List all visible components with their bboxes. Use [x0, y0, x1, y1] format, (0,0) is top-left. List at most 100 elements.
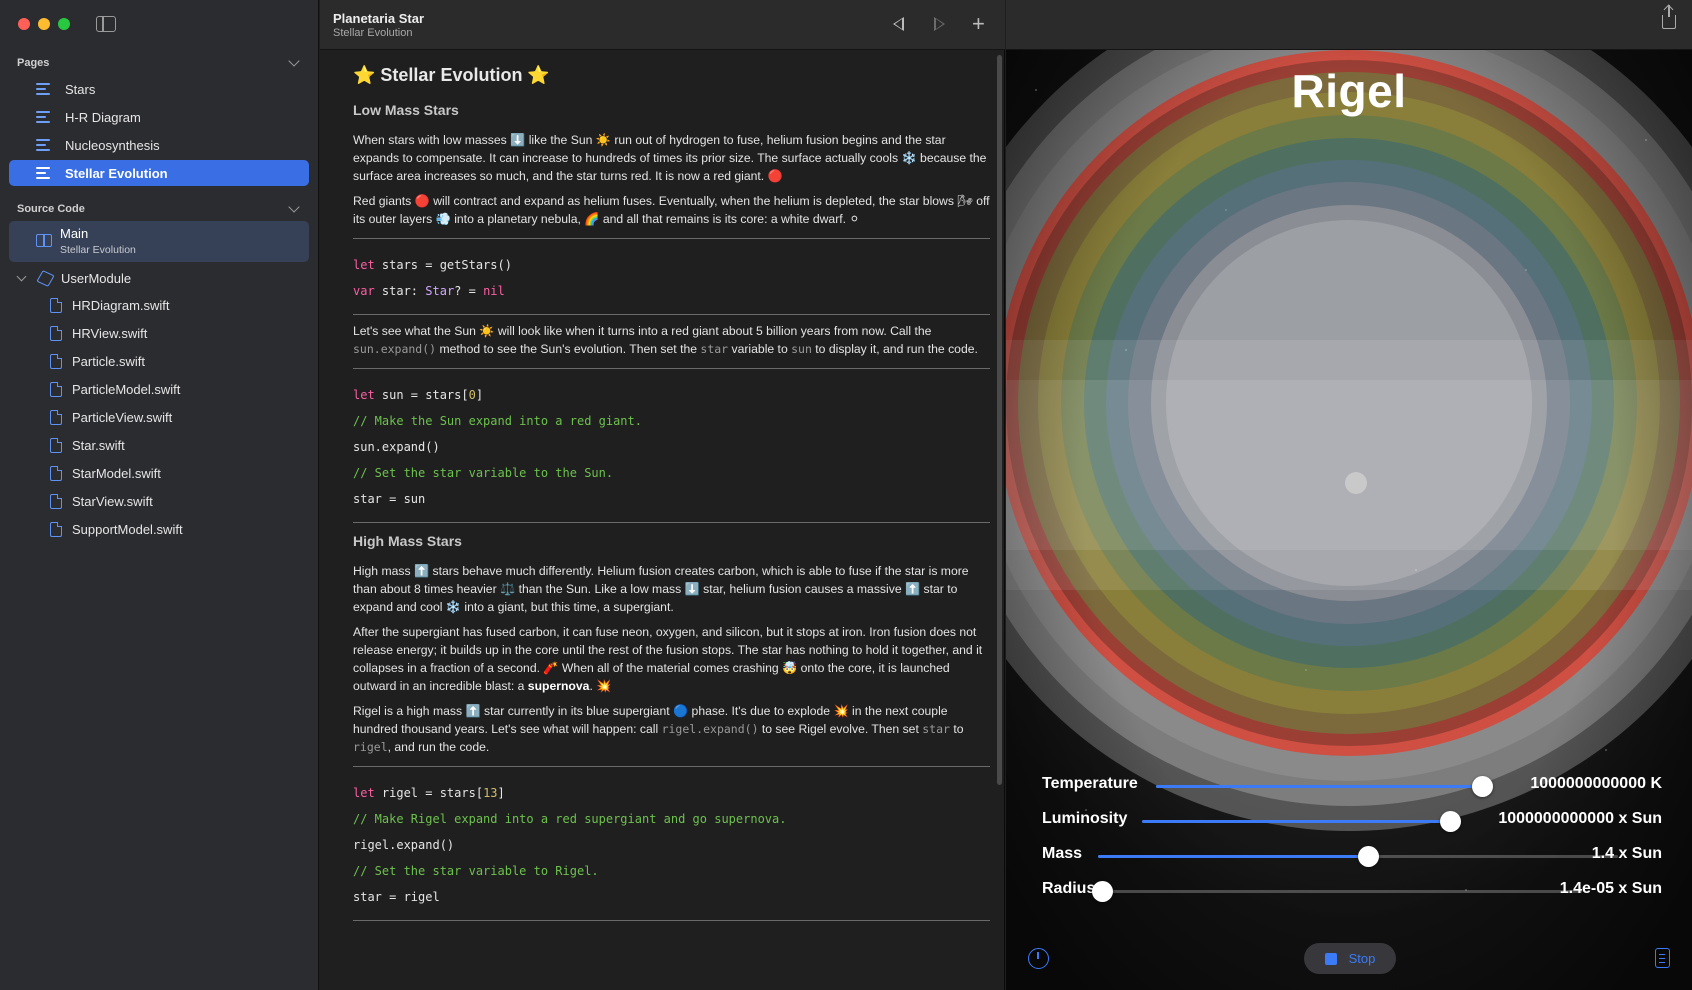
- chevron-down-icon[interactable]: [288, 201, 300, 213]
- slider-knob[interactable]: [1092, 881, 1113, 902]
- slider-knob[interactable]: [1471, 776, 1493, 797]
- code-line[interactable]: sun.expand(): [353, 436, 990, 462]
- page-list-icon: [36, 167, 50, 179]
- editor-toolbar: Planetaria Star Stellar Evolution +: [320, 0, 1005, 50]
- file-name: Particle.swift: [72, 353, 145, 369]
- minimize-window-button[interactable]: [38, 18, 50, 30]
- code-line[interactable]: let sun = stars[0]: [353, 384, 990, 410]
- code-comment[interactable]: // Set the star variable to the Sun.: [353, 462, 990, 488]
- app-window: Pages Stars H-R Diagram Nucleosynthesis …: [0, 0, 1692, 990]
- document-icon[interactable]: [1655, 948, 1670, 968]
- sidebar-toggle-icon[interactable]: [96, 16, 116, 32]
- file-name: ParticleModel.swift: [72, 381, 181, 397]
- star-name-title: Rigel: [1291, 65, 1407, 117]
- sidebar-item-stellar-evolution[interactable]: Stellar Evolution: [9, 160, 309, 186]
- file-name: StarModel.swift: [72, 465, 161, 481]
- slider-fill: [1156, 785, 1482, 788]
- file-icon: [50, 521, 62, 537]
- file-name: ParticleView.swift: [72, 409, 173, 425]
- gauge-icon[interactable]: [1028, 948, 1049, 969]
- paragraph: After the supergiant has fused carbon, i…: [353, 625, 983, 693]
- document-content: ⭐ Stellar Evolution ⭐ Low Mass Stars Whe…: [353, 58, 990, 921]
- code-block[interactable]: let stars = getStars() var star: Star? =…: [353, 239, 990, 312]
- code-line[interactable]: let rigel = stars[13]: [353, 782, 990, 808]
- file-item[interactable]: ParticleModel.swift: [0, 378, 319, 400]
- file-name: SupportModel.swift: [72, 521, 183, 537]
- share-icon[interactable]: [1662, 5, 1676, 29]
- file-item[interactable]: ParticleView.swift: [0, 406, 319, 428]
- luminosity-control: Luminosity 1000000000000 x Sun: [1042, 808, 1662, 834]
- sidebar-item-nucleosynthesis[interactable]: Nucleosynthesis: [9, 132, 309, 158]
- slider-knob[interactable]: [1358, 846, 1380, 867]
- file-item[interactable]: HRView.swift: [0, 322, 319, 344]
- code-line[interactable]: var star: Star? = nil: [353, 280, 990, 306]
- radius-slider[interactable]: [1092, 881, 1582, 902]
- paragraph: Rigel is a high mass ⬆️ star currently i…: [353, 704, 964, 754]
- code-line[interactable]: star = sun: [353, 488, 990, 514]
- file-item[interactable]: StarModel.swift: [0, 462, 319, 484]
- editor-pane: Planetaria Star Stellar Evolution + ⭐ St…: [320, 0, 1005, 990]
- forward-arrow-icon[interactable]: [934, 17, 945, 31]
- sidebar-item-stars[interactable]: Stars: [9, 76, 309, 102]
- file-item[interactable]: HRDiagram.swift: [0, 294, 319, 316]
- stop-label: Stop: [1348, 951, 1376, 966]
- code-block[interactable]: let rigel = stars[13] // Make Rigel expa…: [353, 767, 990, 918]
- code-line[interactable]: let stars = getStars(): [353, 254, 990, 280]
- main-item-subtitle: Stellar Evolution: [60, 244, 136, 256]
- file-icon: [50, 297, 62, 313]
- back-arrow-icon[interactable]: [893, 17, 904, 31]
- section-heading: High Mass Stars: [353, 533, 462, 549]
- code-block[interactable]: let sun = stars[0] // Make the Sun expan…: [353, 369, 990, 520]
- sidebar-item-label: H-R Diagram: [65, 109, 141, 125]
- sidebar-item-main[interactable]: Main Stellar Evolution: [9, 221, 309, 262]
- chevron-down-icon[interactable]: [288, 55, 300, 67]
- code-comment[interactable]: // Set the star variable to Rigel.: [353, 860, 990, 886]
- temperature-control: Temperature 1000000000000 K: [1042, 773, 1662, 799]
- file-item[interactable]: Star.swift: [0, 434, 319, 456]
- slider-value: 1000000000000 x Sun: [1498, 810, 1662, 827]
- slider-knob[interactable]: [1440, 811, 1462, 832]
- page-title: ⭐ Stellar Evolution ⭐: [353, 64, 550, 85]
- paragraph: When stars with low masses ⬇️ like the S…: [353, 133, 987, 183]
- file-item[interactable]: StarView.swift: [0, 490, 319, 512]
- live-view-pane: Rigel Temperature 1000000000000 K Lumino…: [1006, 0, 1692, 990]
- file-item[interactable]: SupportModel.swift: [0, 518, 319, 540]
- book-icon: [36, 234, 52, 247]
- stop-button[interactable]: Stop: [1304, 943, 1396, 974]
- close-window-button[interactable]: [18, 18, 30, 30]
- divider: [353, 920, 990, 921]
- mass-slider[interactable]: [1098, 846, 1618, 867]
- module-label: UserModule: [61, 270, 132, 286]
- sidebar-item-label: Nucleosynthesis: [65, 137, 160, 153]
- code-line[interactable]: rigel.expand(): [353, 834, 990, 860]
- sidebar-item-usermodule[interactable]: UserModule: [0, 267, 319, 289]
- file-item[interactable]: Particle.swift: [0, 350, 319, 372]
- add-icon[interactable]: +: [972, 13, 985, 35]
- code-line[interactable]: star = rigel: [353, 886, 990, 912]
- mass-control: Mass 1.4 x Sun: [1042, 843, 1662, 869]
- module-cube-icon: [36, 269, 55, 287]
- file-icon: [50, 381, 62, 397]
- live-view-toolbar: [1006, 0, 1692, 50]
- code-comment[interactable]: // Make the Sun expand into a red giant.: [353, 410, 990, 436]
- page-list-icon: [36, 111, 50, 123]
- sidebar-item-hr-diagram[interactable]: H-R Diagram: [9, 104, 309, 130]
- slider-label: Luminosity: [1042, 810, 1128, 827]
- zoom-window-button[interactable]: [58, 18, 70, 30]
- code-comment[interactable]: // Make Rigel expand into a red supergia…: [353, 808, 990, 834]
- page-list-icon: [36, 83, 50, 95]
- file-icon: [50, 325, 62, 341]
- scrollbar[interactable]: [997, 55, 1002, 785]
- slider-label: Radius: [1042, 880, 1096, 897]
- sidebar: Pages Stars H-R Diagram Nucleosynthesis …: [0, 0, 319, 990]
- disclosure-chevron-icon[interactable]: [16, 271, 27, 281]
- sidebar-item-label: Stellar Evolution: [65, 165, 168, 181]
- file-icon: [50, 465, 62, 481]
- divider: [353, 522, 990, 523]
- slider-label: Mass: [1042, 845, 1083, 862]
- temperature-slider[interactable]: [1156, 776, 1493, 797]
- paragraph: Red giants 🔴 will contract and expand as…: [353, 194, 990, 226]
- slider-value: 1.4 x Sun: [1591, 845, 1662, 862]
- divider: [353, 314, 990, 315]
- luminosity-slider[interactable]: [1142, 811, 1462, 832]
